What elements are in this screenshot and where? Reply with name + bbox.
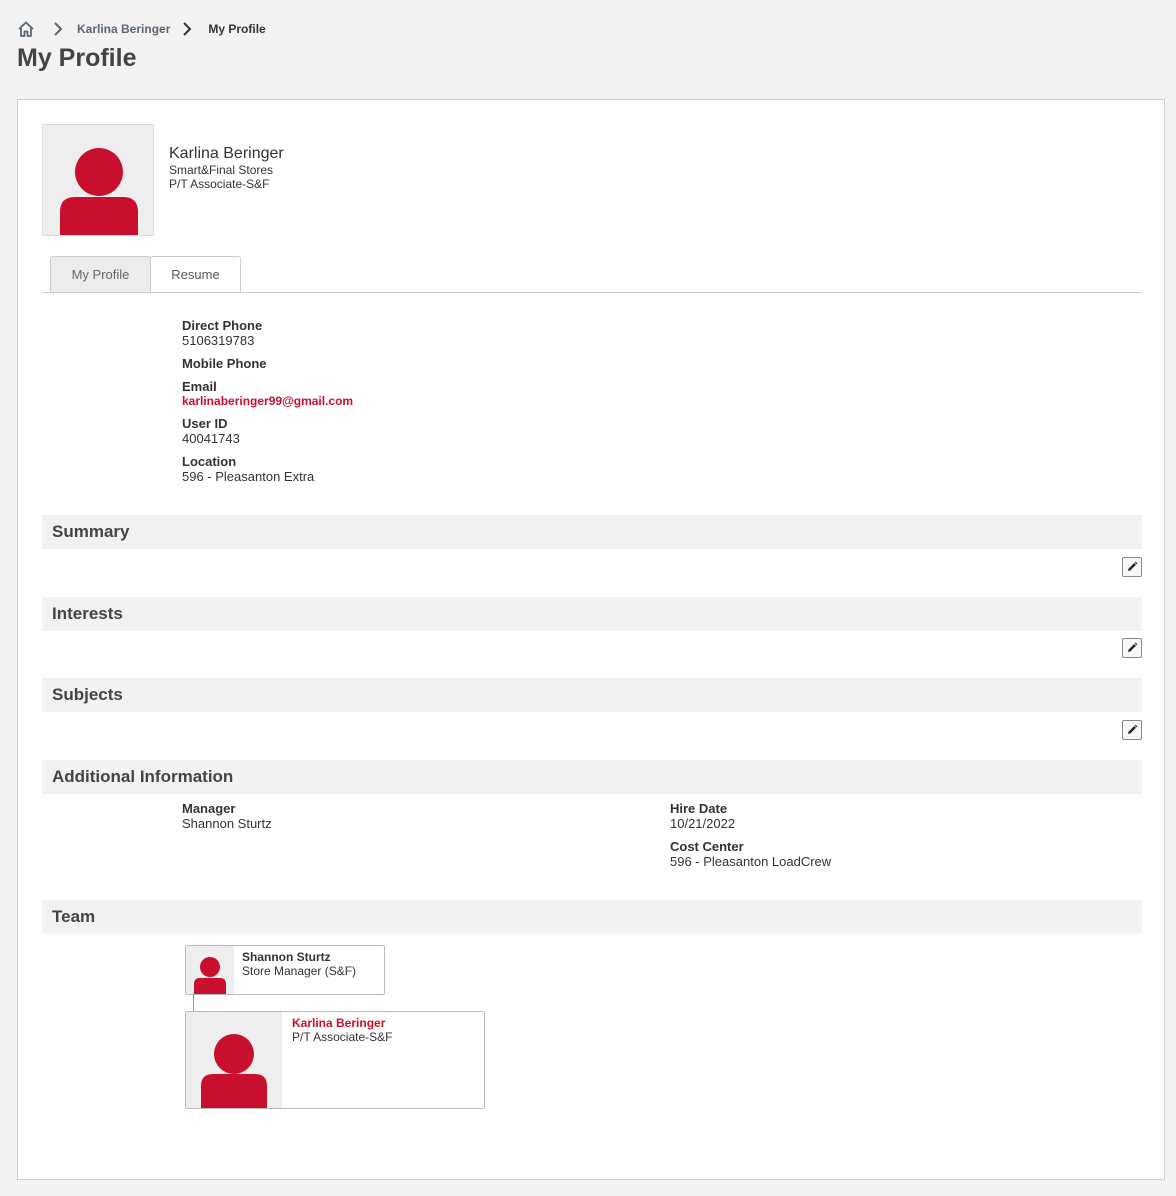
team-manager-card[interactable]: Shannon Sturtz Store Manager (S&F) <box>185 945 385 995</box>
subjects-edit-button[interactable] <box>1122 720 1142 740</box>
profile-name: Karlina Beringer <box>169 145 284 162</box>
manager-label: Manager <box>182 801 236 816</box>
subjects-section-header: Subjects <box>42 678 1142 712</box>
email-link[interactable]: karlinaberinger99@gmail.com <box>182 394 353 408</box>
profile-tabs: My Profile Resume <box>42 256 1142 293</box>
direct-phone-label: Direct Phone <box>182 318 263 333</box>
profile-card: Karlina Beringer Smart&Final Stores P/T … <box>17 99 1165 1180</box>
breadcrumb-current: My Profile <box>208 22 266 36</box>
breadcrumb-parent-link[interactable]: Karlina Beringer <box>77 22 170 36</box>
hire-date-value: 10/21/2022 <box>670 816 736 831</box>
team-self-title: P/T Associate-S&F <box>292 1030 393 1044</box>
person-silhouette-icon <box>60 148 138 235</box>
hire-date-label: Hire Date <box>670 801 728 816</box>
cost-center-label: Cost Center <box>670 839 744 854</box>
chevron-right-icon <box>180 20 194 38</box>
pencil-icon <box>1128 642 1138 652</box>
interests-section-header: Interests <box>42 597 1142 631</box>
mobile-phone-label: Mobile Phone <box>182 356 267 371</box>
location-label: Location <box>182 454 237 469</box>
home-icon[interactable] <box>17 20 35 38</box>
avatar <box>186 1012 282 1108</box>
tab-my-profile[interactable]: My Profile <box>50 256 151 292</box>
org-connector-line <box>193 994 194 1012</box>
person-silhouette-icon <box>194 957 226 994</box>
interests-edit-button[interactable] <box>1122 638 1142 658</box>
manager-value: Shannon Sturtz <box>182 816 272 831</box>
team-section-header: Team <box>42 900 1142 934</box>
user-id-value: 40041743 <box>182 431 240 446</box>
additional-info-section-header: Additional Information <box>42 760 1142 794</box>
avatar <box>42 124 154 236</box>
chevron-right-icon <box>51 20 65 38</box>
summary-section-header: Summary <box>42 515 1142 549</box>
pencil-icon <box>1128 561 1138 571</box>
direct-phone-value: 5106319783 <box>182 333 255 348</box>
breadcrumb: Karlina Beringer My Profile <box>17 19 266 39</box>
team-manager-name: Shannon Sturtz <box>242 950 331 964</box>
pencil-icon <box>1128 724 1138 734</box>
summary-edit-button[interactable] <box>1122 557 1142 577</box>
person-silhouette-icon <box>201 1034 267 1108</box>
avatar <box>186 946 234 994</box>
team-manager-title: Store Manager (S&F) <box>242 964 357 978</box>
email-label: Email <box>182 379 217 394</box>
profile-job-title: P/T Associate-S&F <box>169 177 270 191</box>
tab-resume[interactable]: Resume <box>150 256 241 292</box>
team-self-name-link[interactable]: Karlina Beringer <box>292 1016 385 1030</box>
cost-center-value: 596 - Pleasanton LoadCrew <box>670 854 832 869</box>
profile-company: Smart&Final Stores <box>169 163 274 177</box>
team-self-card[interactable]: Karlina Beringer P/T Associate-S&F <box>185 1011 485 1109</box>
page-title: My Profile <box>17 44 137 72</box>
location-value: 596 - Pleasanton Extra <box>182 469 315 484</box>
user-id-label: User ID <box>182 416 228 431</box>
